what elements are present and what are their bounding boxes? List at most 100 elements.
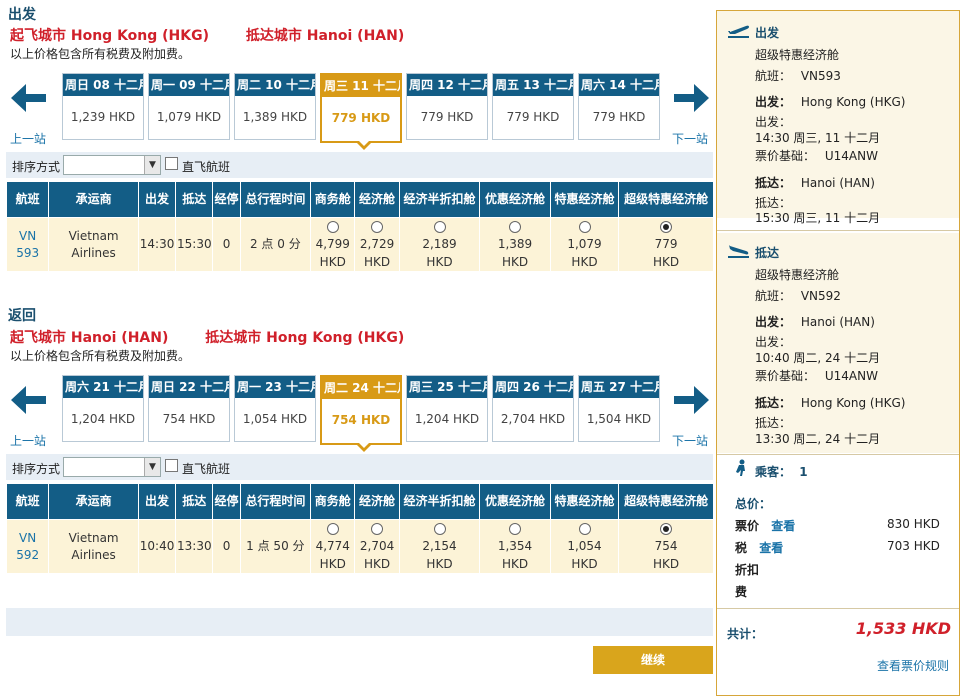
sort-label: 排序方式 [12, 462, 61, 476]
fare-price: 2,729 HKD [359, 237, 395, 269]
fare-radio[interactable] [578, 220, 591, 233]
date-option[interactable]: 周二 24 十二月 754 HKD [320, 375, 402, 452]
date-label: 周日 22 十二月 [149, 376, 229, 398]
chevron-down-icon: ▼ [144, 458, 160, 476]
date-price: 779 HKD [506, 110, 560, 124]
fare-radio[interactable] [326, 220, 339, 233]
outbound-tax-note: 以上价格包含所有税费及附加费。 [10, 47, 191, 61]
date-option[interactable]: 周三 25 十二月 1,204 HKD [406, 375, 488, 442]
column-header: 超级特惠经济舱 [618, 483, 714, 520]
arrival-label: 抵达： [755, 396, 792, 410]
return-from-city: 起飞城市 Hanoi (HAN) [10, 330, 169, 346]
fare-cell: 2,729 HKD [354, 217, 400, 272]
column-header: 航班 [5, 181, 50, 218]
date-price: 1,054 HKD [242, 412, 308, 426]
column-header: 经停 [212, 181, 241, 218]
outbound-prev-link[interactable]: 上一站 [10, 130, 46, 147]
arrive-time: 15:30 [175, 217, 214, 272]
fare-amount: 830 HKD [887, 517, 940, 531]
fare-rules-link[interactable]: 查看票价规则 [877, 657, 949, 674]
fare-radio[interactable] [578, 522, 591, 535]
passengers: 乘客： 1 [755, 463, 808, 480]
prev-date-arrow-icon[interactable] [8, 379, 50, 421]
departure-label: 出发： [755, 95, 792, 109]
date-label: 周五 13 十二月 [493, 74, 573, 96]
fare-price: 1,354 HKD [497, 539, 533, 571]
summary-outbound-block: 出发 超级特惠经济舱 航班： VN593 出发： Hong Kong (HKG)… [717, 11, 959, 225]
date-option[interactable]: 周四 26 十二月 2,704 HKD [492, 375, 574, 442]
date-price: 1,389 HKD [242, 110, 308, 124]
view-fare-link[interactable]: 查看 [771, 519, 795, 533]
date-label: 周日 08 十二月 [63, 74, 143, 96]
prev-date-arrow-icon[interactable] [8, 77, 50, 119]
direct-flight-checkbox[interactable] [165, 459, 178, 472]
flight-label: 航班： [755, 69, 792, 83]
date-option[interactable]: 周六 21 十二月 1,204 HKD [62, 375, 144, 442]
view-tax-link[interactable]: 查看 [759, 541, 783, 555]
depart-time: 10:40 [137, 519, 177, 574]
date-label: 周三 25 十二月 [407, 376, 487, 398]
fare-radio[interactable] [509, 522, 522, 535]
fare-radio[interactable] [660, 220, 673, 233]
column-header: 优惠经济舱 [479, 181, 551, 218]
return-to-city: 抵达城市 Hong Kong (HKG) [205, 330, 405, 346]
date-label: 周二 10 十二月 [235, 74, 315, 96]
stops: 0 [212, 519, 241, 574]
tax-amount: 703 HKD [887, 539, 940, 553]
return-sort-bar: 排序方式 ▼ 直飞航班 [6, 454, 713, 480]
sort-select[interactable]: ▼ [63, 457, 161, 477]
fare-price: 4,799 HKD [315, 237, 350, 269]
date-option[interactable]: 周日 08 十二月 1,239 HKD [62, 73, 144, 140]
date-option[interactable]: 周五 13 十二月 779 HKD [492, 73, 574, 140]
column-header: 经停 [212, 483, 241, 520]
fee-label: 费 [735, 585, 748, 599]
divider [717, 608, 959, 609]
next-date-arrow-icon[interactable] [670, 77, 712, 119]
fare-radio[interactable] [371, 522, 384, 535]
table-row: VN 592 Vietnam Airlines 10:40 13:30 0 1 点 50 … [5, 519, 714, 574]
date-option[interactable]: 周一 23 十二月 1,054 HKD [234, 375, 316, 442]
fare-basis-label: 票价基础： [755, 369, 816, 383]
column-header: 商务舱 [310, 181, 356, 218]
departure-time: 10:40 周二, 24 十二月 [755, 351, 881, 365]
fare-radio[interactable] [660, 522, 673, 535]
summary-outbound-arrival: 抵达： Hanoi (HAN) [755, 174, 875, 191]
outbound-next-link[interactable]: 下一站 [672, 130, 708, 147]
fare-price: 754 HKD [653, 539, 680, 571]
flight-number: VN592 [800, 289, 841, 303]
date-option[interactable]: 周三 11 十二月 779 HKD [320, 73, 402, 150]
date-price: 754 HKD [162, 412, 216, 426]
date-option[interactable]: 周四 12 十二月 779 HKD [406, 73, 488, 140]
summary-outbound-flight: 航班： VN593 [755, 67, 841, 84]
date-option[interactable]: 周二 10 十二月 1,389 HKD [234, 73, 316, 140]
fare-radio[interactable] [433, 522, 446, 535]
sort-select[interactable]: ▼ [63, 155, 161, 175]
fare-basis: U14ANW [824, 369, 878, 383]
fare-radio[interactable] [371, 220, 384, 233]
direct-flight-checkbox[interactable] [165, 157, 178, 170]
column-header: 抵达 [175, 483, 214, 520]
column-header: 出发 [137, 181, 177, 218]
discount-label: 折扣 [735, 563, 760, 577]
date-option[interactable]: 周一 09 十二月 1,079 HKD [148, 73, 230, 140]
summary-outbound-departure: 出发： Hong Kong (HKG) [755, 93, 905, 110]
column-header: 经济舱 [354, 483, 400, 520]
date-option[interactable]: 周六 14 十二月 779 HKD [578, 73, 660, 140]
continue-button[interactable]: 继续 [593, 646, 713, 674]
summary-return-departure: 出发： Hanoi (HAN) [755, 313, 875, 330]
date-price: 1,079 HKD [156, 110, 222, 124]
column-header: 经济半折扣舱 [398, 483, 481, 520]
fare-radio[interactable] [326, 522, 339, 535]
fare-radio[interactable] [433, 220, 446, 233]
date-option[interactable]: 周日 22 十二月 754 HKD [148, 375, 230, 442]
return-next-link[interactable]: 下一站 [672, 432, 708, 449]
next-date-arrow-icon[interactable] [670, 379, 712, 421]
grand-total-label: 共计： [727, 627, 764, 641]
summary-return-title: 抵达 [755, 246, 780, 260]
date-option[interactable]: 周五 27 十二月 1,504 HKD [578, 375, 660, 442]
return-prev-link[interactable]: 上一站 [10, 432, 46, 449]
column-header: 经济半折扣舱 [398, 181, 481, 218]
fare-price: 1,079 HKD [567, 237, 602, 269]
fare-radio[interactable] [509, 220, 522, 233]
column-header: 特惠经济舱 [549, 483, 620, 520]
